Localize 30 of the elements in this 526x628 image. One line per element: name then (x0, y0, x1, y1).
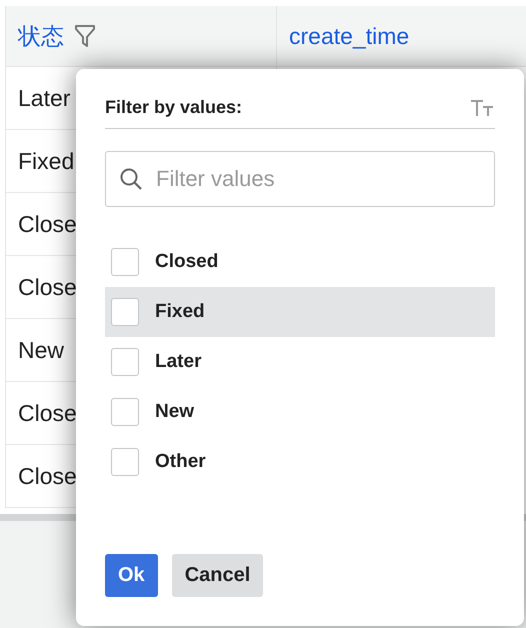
table-cell: Close (18, 274, 77, 300)
option-label: Fixed (155, 301, 205, 323)
checkbox[interactable] (111, 448, 139, 476)
option-label: Later (155, 351, 202, 373)
table-cell: Close (18, 400, 77, 426)
table-cell: Close (18, 210, 77, 238)
filter-option[interactable]: Later (105, 337, 495, 387)
filter-option[interactable]: Closed (105, 237, 495, 287)
option-label: Closed (155, 251, 218, 273)
search-field[interactable]: Filter values (105, 151, 495, 207)
column-header[interactable]: create_time (289, 22, 410, 50)
option-label: Other (155, 451, 206, 473)
checkbox[interactable] (111, 398, 139, 426)
option-label: New (155, 401, 194, 423)
filter-option[interactable]: Fixed (105, 287, 495, 337)
table-cell: New (18, 336, 64, 364)
table-cell: Fixed (18, 148, 74, 174)
checkbox[interactable] (111, 348, 139, 376)
filter-icon[interactable] (74, 24, 96, 48)
cancel-button[interactable]: Cancel (172, 554, 264, 597)
checkbox[interactable] (111, 248, 139, 276)
checkbox[interactable] (111, 298, 139, 326)
filter-option[interactable]: New (105, 387, 495, 437)
ok-button[interactable]: Ok (105, 554, 158, 597)
column-header[interactable]: 状态 (18, 20, 64, 52)
table-cell: Later (18, 84, 70, 112)
table-cell: Close (18, 462, 77, 490)
text-size-icon[interactable] (469, 98, 495, 118)
popup-title: Filter by values: (105, 97, 242, 118)
filter-option[interactable]: Other (105, 437, 495, 487)
